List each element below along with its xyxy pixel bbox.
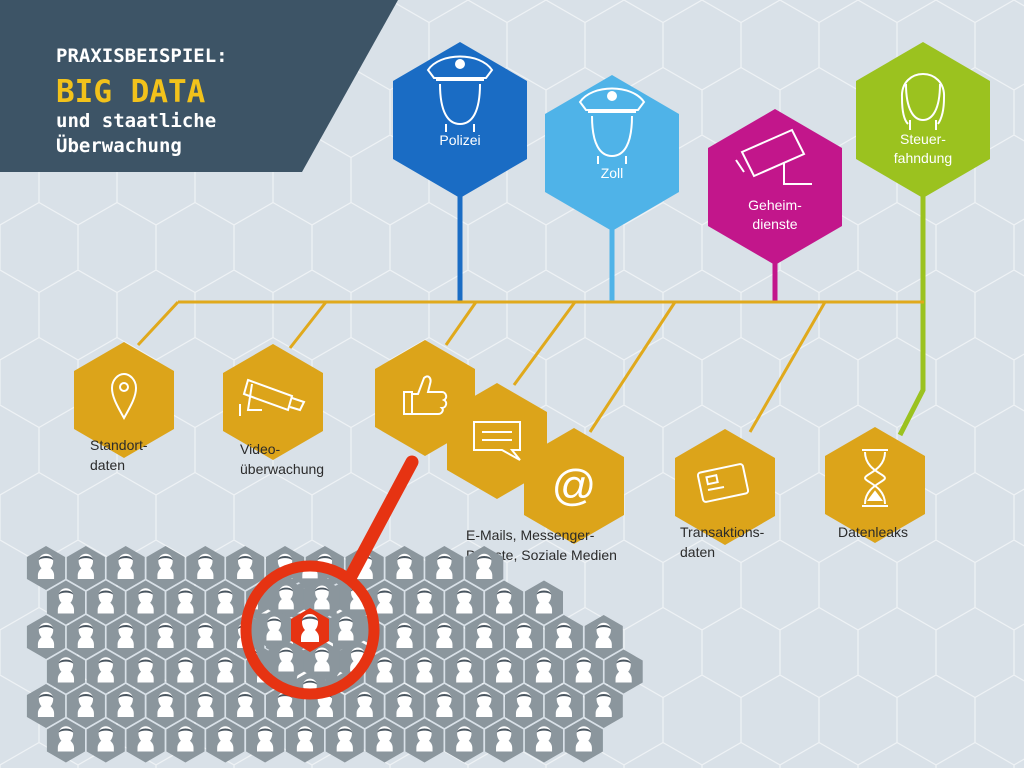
caption-videoueberwachung-2: überwachung [240, 461, 324, 477]
agency-label-zoll: Zoll [601, 165, 624, 181]
big-data-surveillance-infographic: PRAXISBEISPIEL: BIG DATA und staatliche … [0, 0, 1024, 768]
caption-videoueberwachung-1: Video- [240, 441, 281, 457]
agency-label-geheimdienste-1: Geheim- [748, 197, 802, 213]
agency-label-geheimdienste-2: dienste [752, 216, 797, 232]
header-title: BIG DATA [56, 74, 206, 110]
header-kicker: PRAXISBEISPIEL: [56, 45, 228, 67]
at-sign-icon: @ [552, 461, 597, 510]
caption-transaktionsdaten-1: Transaktions- [680, 524, 765, 540]
agency-label-polizei: Polizei [439, 132, 480, 148]
header-subtitle-line1: und staatliche [56, 110, 216, 132]
caption-transaktionsdaten-2: daten [680, 544, 715, 560]
header-subtitle-line2: Überwachung [56, 133, 182, 157]
agency-label-steuerfahndung-1: Steuer- [900, 131, 946, 147]
agency-label-steuerfahndung-2: fahndung [894, 150, 952, 166]
caption-datenleaks: Datenleaks [838, 524, 908, 540]
caption-standortdaten-2: daten [90, 457, 125, 473]
caption-emails-1: E-Mails, Messenger- [466, 527, 595, 543]
caption-standortdaten-1: Standort- [90, 437, 148, 453]
